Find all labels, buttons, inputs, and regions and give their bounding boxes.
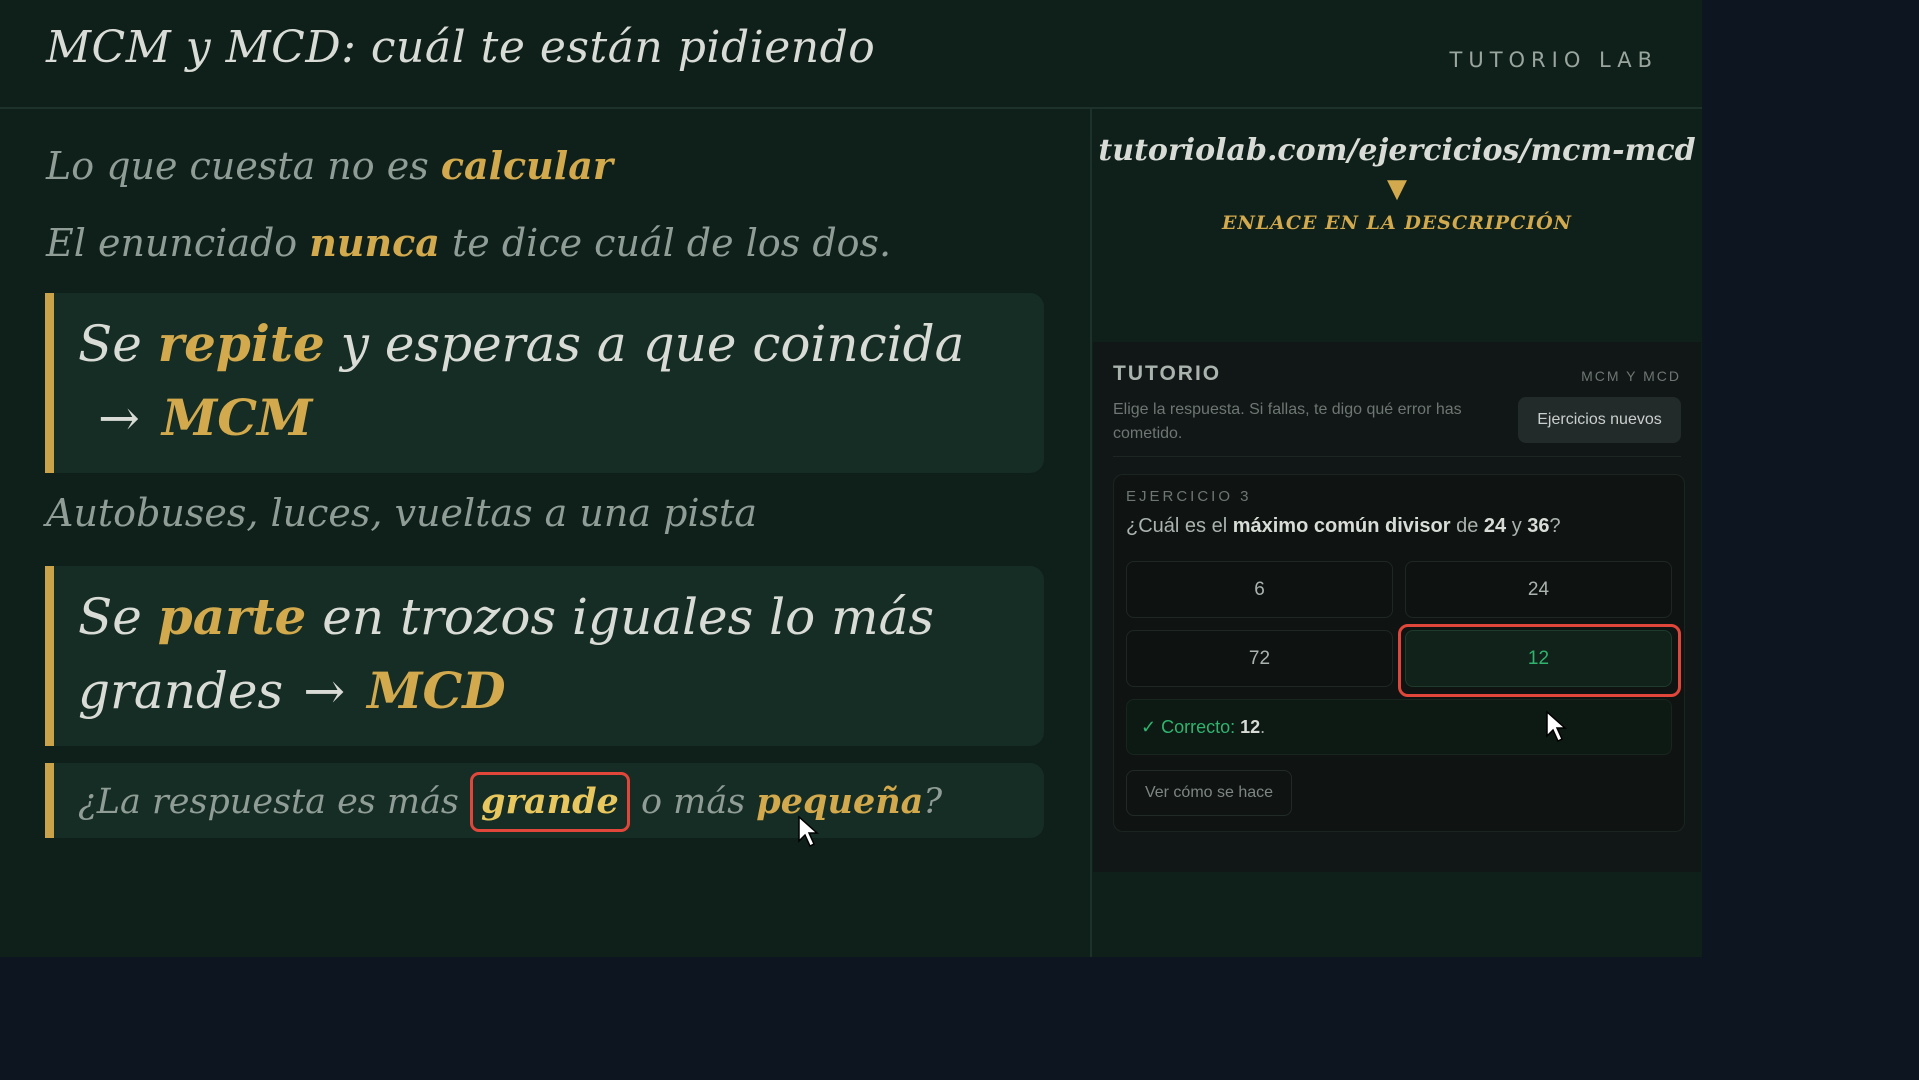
link-note: ENLACE EN LA DESCRIPCIÓN: [1221, 212, 1573, 234]
question-box: ¿La respuesta es más grande o más pequeñ…: [45, 763, 1044, 838]
intro-line-text: Lo que cuesta no es: [46, 144, 441, 188]
page-title: MCM y MCD: cuál te están pidiendo: [46, 22, 876, 73]
panel-separator: [1113, 456, 1681, 457]
lesson-area: Lo que cuesta no es calcular El enunciad…: [0, 109, 1090, 957]
arrow-icon: →: [98, 389, 140, 447]
question-part: ?: [1549, 515, 1561, 537]
exercise-question: ¿Cuál es el máximo común divisor de 24 y…: [1126, 515, 1561, 538]
statement-line-text-end: te dice cuál de los dos.: [439, 221, 892, 265]
intro-line: Lo que cuesta no es calcular: [46, 143, 613, 188]
question-number: 24: [1483, 515, 1507, 537]
panel-header: TUTORIO MCM Y MCD: [1113, 362, 1681, 386]
question-part: ¿Cuál es el: [1126, 515, 1233, 537]
mcd-rule-text-line2: grandes: [78, 662, 284, 720]
statement-line-text: El enunciado: [46, 221, 310, 265]
feedback-end: .: [1260, 716, 1266, 737]
question-text-mid: o más: [629, 782, 757, 822]
feedback-value: 12: [1240, 716, 1261, 737]
question-text: ¿La respuesta es más: [78, 782, 471, 822]
mcm-result: MCM: [161, 388, 313, 447]
statement-line: El enunciado nunca te dice cuál de los d…: [46, 220, 891, 265]
mcm-examples-line: Autobuses, luces, vueltas a una pista: [46, 491, 757, 535]
question-bold: máximo común divisor: [1232, 515, 1451, 537]
exercise-label: EJERCICIO 3: [1126, 488, 1252, 505]
mouse-cursor-icon: [1546, 710, 1567, 743]
mcd-rule-text-end: en trozos iguales lo más: [306, 588, 935, 646]
mouse-cursor-icon: [798, 815, 819, 848]
new-exercises-button[interactable]: Ejercicios nuevos: [1518, 397, 1681, 443]
highlighted-word-grande: grande: [470, 772, 630, 832]
column-divider: [1090, 109, 1092, 957]
answer-option-72[interactable]: 72: [1126, 630, 1393, 687]
header: MCM y MCD: cuál te están pidiendo TUTORI…: [0, 0, 1702, 109]
check-icon: ✓: [1141, 716, 1157, 737]
video-stage: MCM y MCD: cuál te están pidiendo TUTORI…: [0, 0, 1702, 957]
mcd-rule-box: Se parte en trozos iguales lo más grande…: [45, 566, 1044, 746]
question-part: de: [1450, 515, 1484, 537]
show-solution-button[interactable]: Ver cómo se hace: [1126, 770, 1292, 816]
exercise-link[interactable]: tutoriolab.com/ejercicios/mcm-mcd: [1092, 133, 1702, 168]
exercise-card: EJERCICIO 3 ¿Cuál es el máximo común div…: [1113, 474, 1685, 832]
question-number: 36: [1527, 515, 1550, 537]
mcd-result: MCD: [367, 661, 506, 720]
mcd-rule-accent: parte: [157, 587, 307, 646]
feedback-correct: ✓ Correcto: 12.: [1126, 699, 1672, 755]
question-accent-pequena: pequeña: [756, 781, 924, 822]
mcm-rule-accent: repite: [157, 314, 325, 373]
feedback-label: Correcto:: [1161, 716, 1236, 737]
arrow-icon: →: [303, 662, 346, 720]
mcm-rule-box: Se repite y esperas a que coincida → MCM: [45, 293, 1044, 473]
link-callout: tutoriolab.com/ejercicios/mcm-mcd ▼ ENLA…: [1092, 109, 1702, 234]
answer-option-24[interactable]: 24: [1405, 561, 1672, 618]
panel-topic: MCM Y MCD: [1581, 368, 1681, 384]
selection-highlight: [1398, 624, 1681, 697]
brand-logo-text: TUTORIO LAB: [1449, 48, 1658, 72]
answer-option-6[interactable]: 6: [1126, 561, 1393, 618]
question-text-end: ?: [923, 782, 943, 822]
mcm-rule-text-end: y esperas a que coincida: [324, 315, 965, 373]
down-arrow-icon: ▼: [1387, 174, 1407, 204]
mcd-rule-text: Se: [78, 588, 158, 646]
panel-description: Elige la respuesta. Si fallas, te digo q…: [1113, 401, 1462, 442]
intro-line-accent: calcular: [440, 143, 613, 188]
statement-line-accent: nunca: [309, 220, 440, 265]
question-part: y: [1506, 515, 1528, 537]
tutor-panel: TUTORIO MCM Y MCD Elige la respuesta. Si…: [1093, 342, 1701, 872]
mcm-rule-text: Se: [78, 315, 158, 373]
